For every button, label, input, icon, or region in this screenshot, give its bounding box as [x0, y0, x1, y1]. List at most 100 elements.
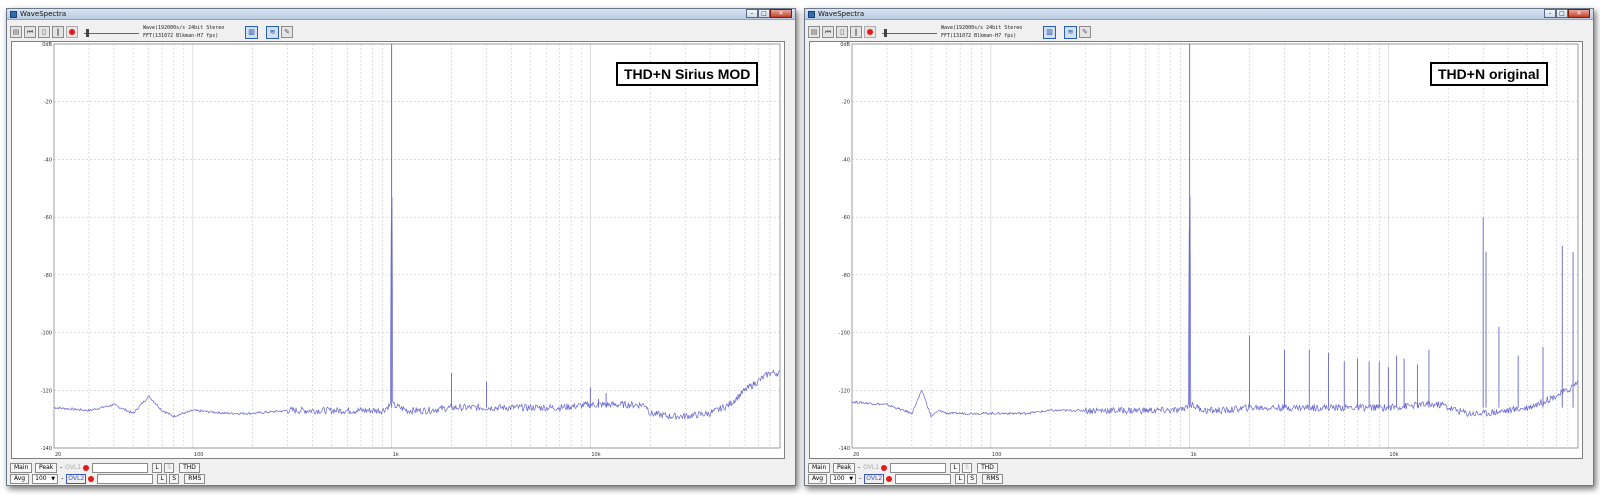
level-dot-icon	[88, 475, 95, 482]
wavespectra-window-original: WaveSpectra – □ ✕ ▤ ⏮ ▯ ‖ Wave(192000s/s…	[804, 8, 1594, 486]
slider-thumb[interactable]	[884, 29, 887, 37]
format-info: Wave(192000s/s 24bit Stereo FFT(131072 B…	[143, 22, 239, 42]
x-tick-label: 10k	[591, 452, 600, 458]
level-field-1[interactable]	[92, 462, 149, 473]
y-tick-label: -20	[44, 100, 52, 106]
x-tick-label: 100	[992, 452, 1002, 458]
spectrum-plot[interactable]: 0dB -20 -40 -60 -80 -100 -120 -140 20 100 1k 10k TH…	[11, 41, 785, 459]
control-row-2: Avg 100 ▼ - OVL2 L S RMS	[808, 473, 1006, 484]
avg-select[interactable]: 100 ▼	[830, 473, 857, 484]
thd-button[interactable]: THD	[977, 462, 998, 473]
y-tick-label: 0dB	[840, 42, 850, 48]
control-row-2: Avg 100 ▼ - OVL2 L S RMS	[10, 473, 208, 484]
bottom-controls: Main Peak - OVL1 L S THD Avg 100 ▼ - OVL2…	[7, 460, 795, 487]
chevron-down-icon: ▼	[51, 475, 56, 482]
level-field-1[interactable]	[890, 462, 947, 473]
left-channel-button[interactable]: L	[955, 473, 966, 484]
level-field-2[interactable]	[895, 473, 952, 484]
spectrum-view-icon[interactable]: ▥	[1043, 25, 1056, 39]
slider-track	[882, 33, 937, 34]
spectrum-chart-svg: 0dB -20 -40 -60 -80 -100 -120 -14020 100 1k 10k	[41, 42, 781, 458]
spectrum-view-icon[interactable]: ▥	[245, 25, 258, 39]
stereo-button[interactable]: S	[164, 462, 175, 473]
y-tick-label: -120	[839, 388, 850, 394]
close-button[interactable]: ✕	[770, 9, 792, 18]
spectrum-plot[interactable]: 0dB -20 -40 -60 -80 -100 -120 -140 20 100 1k 10k TH…	[809, 41, 1583, 459]
rms-button[interactable]: RMS	[184, 473, 206, 484]
plot-frame	[851, 43, 1579, 449]
y-tick-label: -80	[842, 273, 850, 279]
minimize-button[interactable]: –	[746, 9, 758, 18]
rms-button[interactable]: RMS	[982, 473, 1004, 484]
avg-label: Avg	[808, 473, 828, 484]
main-button[interactable]: Main	[808, 462, 830, 473]
pause-icon[interactable]: ‖	[850, 26, 862, 38]
stereo-button[interactable]: S	[967, 473, 978, 484]
wave-view-icon[interactable]: ≋	[1064, 25, 1077, 39]
record-icon	[69, 29, 75, 35]
y-tick-label: -60	[842, 215, 850, 221]
y-tick-label: -60	[44, 215, 52, 221]
y-tick-label: -100	[41, 331, 52, 337]
window-title: WaveSpectra	[20, 10, 67, 18]
y-tick-label: -100	[839, 331, 850, 337]
title-bar[interactable]: WaveSpectra – □ ✕	[7, 9, 795, 20]
level-dot-icon	[886, 475, 893, 482]
format-info: Wave(192000s/s 24bit Stereo FFT(131072 B…	[941, 22, 1037, 42]
noise-floor-trace	[851, 195, 1579, 418]
y-tick-label: -40	[842, 157, 850, 163]
level-field-2[interactable]	[97, 473, 154, 484]
ovl2-indicator: OVL2	[864, 473, 885, 484]
left-channel-button[interactable]: L	[152, 462, 163, 473]
close-button[interactable]: ✕	[1568, 9, 1590, 18]
window-title: WaveSpectra	[818, 10, 865, 18]
stop-icon[interactable]: ▯	[836, 26, 848, 38]
maximize-button[interactable]: □	[1556, 9, 1568, 18]
y-tick-label: -140	[41, 446, 52, 452]
pause-icon[interactable]: ‖	[52, 26, 64, 38]
ovl1-indicator: OVL1	[863, 464, 880, 471]
record-button[interactable]	[864, 26, 876, 38]
settings-wrench-icon[interactable]: ✎	[281, 26, 293, 38]
stop-icon[interactable]: ▯	[38, 26, 50, 38]
minimize-button[interactable]: –	[1544, 9, 1556, 18]
settings-wrench-icon[interactable]: ✎	[1079, 26, 1091, 38]
position-slider[interactable]	[882, 26, 937, 38]
open-file-icon[interactable]: ▤	[808, 26, 820, 38]
record-button[interactable]	[66, 26, 78, 38]
pane-label: THD+N Sirius MOD	[616, 62, 759, 86]
rewind-icon[interactable]: ⏮	[24, 26, 36, 38]
app-icon	[808, 11, 815, 18]
rewind-icon[interactable]: ⏮	[822, 26, 834, 38]
separator: -	[858, 464, 861, 471]
peak-button[interactable]: Peak	[35, 462, 57, 473]
bottom-controls: Main Peak - OVL1 L S THD Avg 100 ▼ - OVL2…	[805, 460, 1593, 487]
stereo-button[interactable]: S	[169, 473, 180, 484]
avg-value: 100	[35, 474, 47, 482]
peak-button[interactable]: Peak	[833, 462, 855, 473]
plot-frame	[53, 43, 781, 449]
slider-thumb[interactable]	[86, 29, 89, 37]
spectrum-chart-svg: 0dB -20 -40 -60 -80 -100 -120 -14020 100 1k 10k	[839, 42, 1579, 458]
position-slider[interactable]	[84, 26, 139, 38]
ovl2-indicator: OVL2	[66, 473, 87, 484]
wave-view-icon[interactable]: ≋	[266, 25, 279, 39]
left-channel-button[interactable]: L	[157, 473, 168, 484]
level-dot-icon	[881, 464, 888, 471]
fft-settings-text: FFT(131072 Blkman-H7 fps)	[941, 33, 1017, 39]
pane-label: THD+N original	[1430, 62, 1548, 86]
stereo-button[interactable]: S	[962, 462, 973, 473]
maximize-button[interactable]: □	[758, 9, 770, 18]
title-bar[interactable]: WaveSpectra – □ ✕	[805, 9, 1593, 20]
y-tick-label: -80	[44, 273, 52, 279]
fft-settings-text: FFT(131072 Blkman-H7 fps)	[143, 33, 219, 39]
thd-button[interactable]: THD	[179, 462, 200, 473]
left-channel-button[interactable]: L	[950, 462, 961, 473]
open-file-icon[interactable]: ▤	[10, 26, 22, 38]
avg-select[interactable]: 100 ▼	[32, 473, 59, 484]
separator: -	[859, 475, 862, 482]
x-tick-label: 100	[194, 452, 204, 458]
x-tick-label: 1k	[1191, 452, 1197, 458]
toolbar: ▤ ⏮ ▯ ‖ Wave(192000s/s 24bit Stereo FFT(…	[7, 21, 795, 43]
main-button[interactable]: Main	[10, 462, 32, 473]
